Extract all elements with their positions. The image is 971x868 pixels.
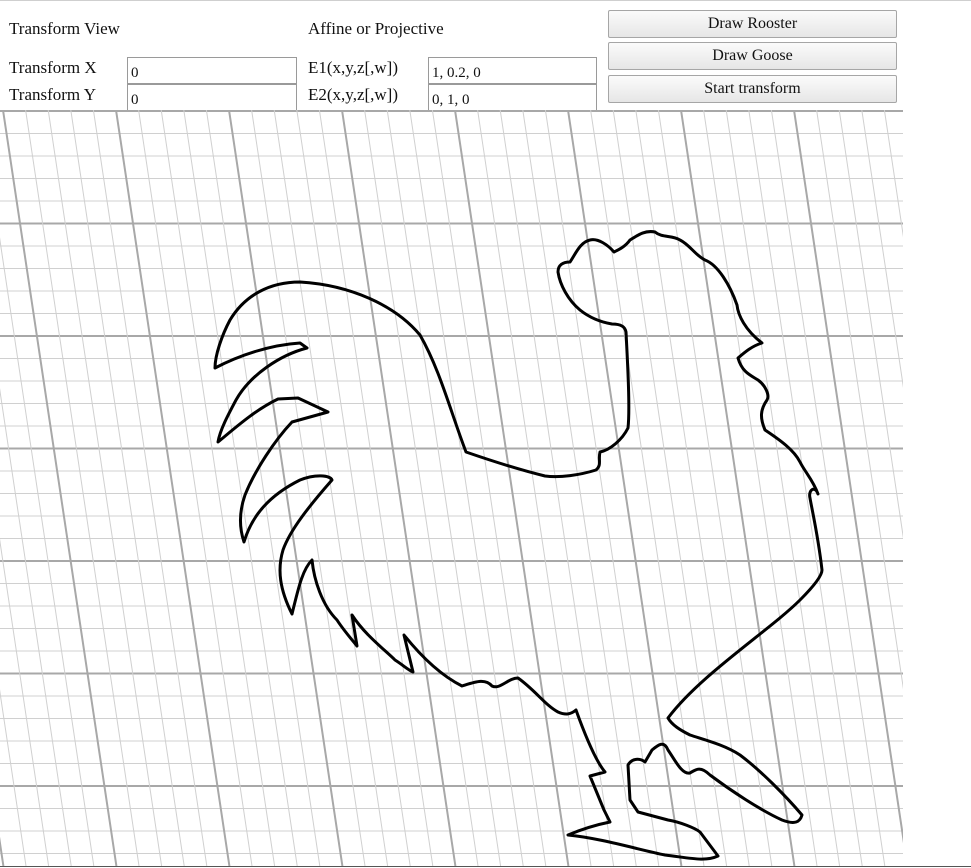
grid-minor-line (952, 110, 971, 866)
bottom-divider (0, 866, 971, 867)
affine-projective-label: Affine or Projective (308, 19, 444, 38)
transform-x-label: Transform X (9, 58, 97, 77)
e1-label: E1(x,y,z[,w]) (308, 58, 398, 77)
draw-goose-button[interactable]: Draw Goose (608, 42, 897, 70)
e2-label: E2(x,y,z[,w]) (308, 85, 398, 104)
transform-canvas[interactable] (0, 110, 971, 866)
transform-x-input[interactable] (127, 57, 297, 84)
draw-rooster-button[interactable]: Draw Rooster (608, 10, 897, 38)
transform-y-input[interactable] (127, 84, 297, 111)
transform-y-label: Transform Y (9, 85, 97, 104)
e2-input[interactable] (428, 84, 597, 111)
grid-minor-line (930, 110, 971, 866)
transform-view-label: Transform View (9, 19, 120, 38)
grid-major-line (907, 110, 971, 866)
sheared-grid (0, 110, 971, 866)
start-transform-button[interactable]: Start transform (608, 75, 897, 103)
e1-input[interactable] (428, 57, 597, 84)
top-divider (0, 0, 971, 1)
